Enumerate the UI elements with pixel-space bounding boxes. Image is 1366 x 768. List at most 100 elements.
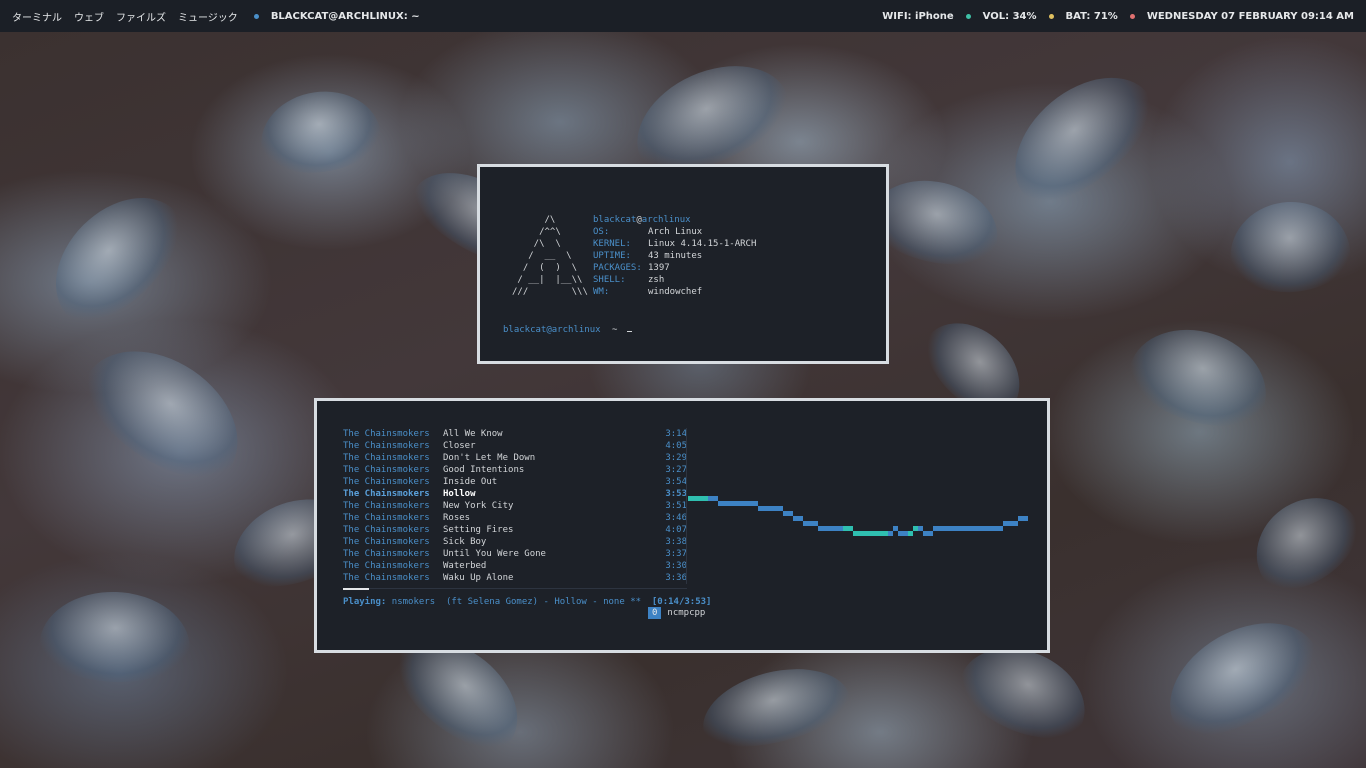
visualizer-bar [953, 526, 958, 531]
shell-prompt[interactable]: blackcat@archlinux ~ [503, 324, 632, 336]
visualizer-bar [918, 526, 923, 531]
visualizer-bar [853, 531, 858, 536]
info-key: KERNEL: [593, 239, 631, 249]
visualizer-bar [718, 501, 723, 506]
frosted-leaf [30, 172, 200, 342]
track-artist: The Chainsmokers [343, 489, 430, 499]
visualizer-bar [1023, 516, 1028, 521]
visualizer-bar [893, 526, 898, 531]
playlist-row-active[interactable]: The Chainsmokers Hollow 3:53 [343, 488, 687, 500]
visualizer-bar [693, 496, 698, 501]
visualizer-bar [1003, 521, 1008, 526]
prompt-dir: ~ [611, 325, 618, 335]
progress-bar[interactable] [343, 588, 369, 590]
visualizer-bar [923, 531, 928, 536]
visualizer-bar [868, 531, 873, 536]
terminal-window-fetch[interactable]: /\ /^^\ /\ \ / __ \ / ( ) \ / __| |__\\ … [477, 164, 889, 364]
track-artist: The Chainsmokers [343, 513, 430, 523]
track-duration: 3:14 [665, 429, 687, 439]
track-duration: 3:38 [665, 537, 687, 547]
visualizer-bar [983, 526, 988, 531]
vertical-divider [686, 428, 687, 584]
visualizer-bar [753, 501, 758, 506]
playlist-row[interactable]: The Chainsmokers Until You Were Gone 3:37 [343, 548, 687, 560]
frosted-leaf [1237, 477, 1366, 607]
visualizer-bar [743, 501, 748, 506]
playlist-row[interactable]: The Chainsmokers Waku Up Alone 3:36 [343, 572, 687, 584]
playlist-row[interactable]: The Chainsmokers Good Intentions 3:27 [343, 464, 687, 476]
info-value: Linux 4.14.15-1-ARCH [648, 239, 757, 249]
visualizer-bar [973, 526, 978, 531]
track-title: Setting Fires [443, 525, 514, 535]
visualizer-bar [943, 526, 948, 531]
info-value: zsh [648, 275, 665, 285]
workspace-web[interactable]: ウェブ [74, 9, 104, 24]
playlist-row[interactable]: The Chainsmokers Sick Boy 3:38 [343, 536, 687, 548]
track-duration: 3:29 [665, 453, 687, 463]
now-playing-song: nsmokers (ft Selena Gomez) - Hollow - no… [386, 597, 642, 607]
visualizer-bar [783, 511, 788, 516]
visualizer-bar [933, 526, 938, 531]
tmux-window-tag[interactable]: 0 ncmpcpp [648, 607, 705, 619]
playlist-row[interactable]: The Chainsmokers All We Know 3:14 [343, 428, 687, 440]
visualizer-bar [1013, 521, 1018, 526]
frosted-leaf [693, 654, 857, 760]
info-row-shell: SHELL: zsh [593, 274, 756, 286]
playlist-row[interactable]: The Chainsmokers Setting Fires 4:07 [343, 524, 687, 536]
track-title: All We Know [443, 429, 503, 439]
track-artist: The Chainsmokers [343, 525, 430, 535]
track-title: Hollow [443, 489, 476, 499]
track-duration: 3:36 [665, 573, 687, 583]
playlist-row[interactable]: The Chainsmokers Waterbed 3:30 [343, 560, 687, 572]
track-duration: 3:53 [665, 489, 687, 499]
horizontal-divider [343, 588, 687, 589]
visualizer-bar [963, 526, 968, 531]
frosted-leaf [38, 589, 192, 685]
frosted-leaf [66, 323, 264, 501]
playlist-row[interactable]: The Chainsmokers Inside Out 3:54 [343, 476, 687, 488]
visualizer-bar [843, 526, 848, 531]
track-artist: The Chainsmokers [343, 573, 430, 583]
username: blackcat [593, 215, 637, 225]
workspace-files[interactable]: ファイルズ [116, 9, 166, 24]
info-value: 1397 [648, 263, 670, 273]
playlist-row[interactable]: The Chainsmokers Closer 4:05 [343, 440, 687, 452]
track-artist: The Chainsmokers [343, 501, 430, 511]
terminal-window-ncmpcpp[interactable]: The Chainsmokers All We Know 3:14 The Chain… [314, 398, 1050, 653]
frosted-leaf [1227, 198, 1353, 296]
visualizer-bar [903, 531, 908, 536]
workspace-music[interactable]: ミュージック [178, 9, 238, 24]
visualizer-bar [913, 526, 918, 531]
arch-logo-ascii: /\ /^^\ /\ \ / __ \ / ( ) \ / __| |__\\ … [512, 215, 588, 297]
track-artist: The Chainsmokers [343, 561, 430, 571]
clock: WEDNESDAY 07 FEBRUARY 09:14 AM [1146, 10, 1354, 22]
visualizer-bar [773, 506, 778, 511]
dot-icon [1048, 13, 1054, 19]
visualizer-bar [818, 526, 823, 531]
playlist-row[interactable]: The Chainsmokers New York City 3:51 [343, 500, 687, 512]
info-key: OS: [593, 227, 610, 237]
visualizer-bar [803, 521, 808, 526]
visualizer-bar [728, 501, 733, 506]
track-title: Sick Boy [443, 537, 487, 547]
playlist-row[interactable]: The Chainsmokers Don't Let Me Down 3:29 [343, 452, 687, 464]
track-artist: The Chainsmokers [343, 441, 430, 451]
visualizer-bar [778, 506, 783, 511]
workspace-terminal[interactable]: ターミナル [12, 9, 62, 24]
top-bar-left: ターミナル ウェブ ファイルズ ミュージック BLACKCAT@ARCHLINU… [12, 9, 420, 24]
info-value: windowchef [648, 287, 703, 297]
visualizer-bar [978, 526, 983, 531]
frosted-leaf [255, 84, 385, 180]
track-artist: The Chainsmokers [343, 537, 430, 547]
track-duration: 3:27 [665, 465, 687, 475]
visualizer-bar [808, 521, 813, 526]
visualizer-bar [908, 531, 913, 536]
visualizer-bar [948, 526, 953, 531]
track-duration: 3:37 [665, 549, 687, 559]
track-artist: The Chainsmokers [343, 465, 430, 475]
frosted-leaf [1148, 598, 1332, 756]
playlist-row[interactable]: The Chainsmokers Roses 3:46 [343, 512, 687, 524]
battery-status: BAT: 71% [1065, 10, 1118, 22]
visualizer-bar [763, 506, 768, 511]
dot-icon [965, 13, 971, 19]
